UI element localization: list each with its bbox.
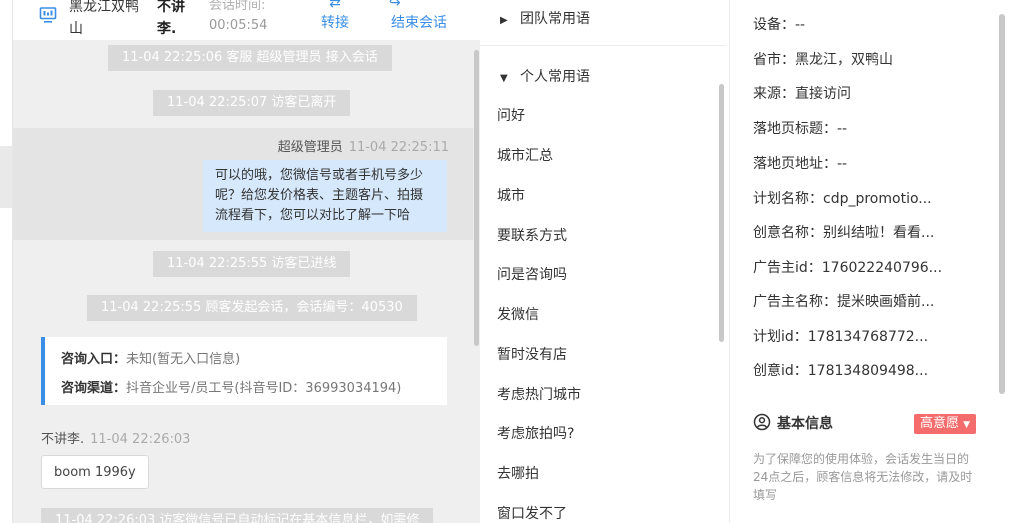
guest-sender: 不讲李. bbox=[41, 432, 85, 447]
end-session-button[interactable]: ↪ 结束会话 bbox=[387, 0, 451, 32]
personal-phrases-group[interactable]: ▼ 个人常用语 bbox=[500, 66, 590, 86]
chat-panel: 黑龙江双鸭山 不讲李. 会话时间: 00:05:54 ⇄ 转接 ↪ 结束会话 1… bbox=[12, 0, 480, 523]
plan-name-field: 计划名称：cdp_promotio... bbox=[753, 191, 932, 207]
inquiry-entry: 咨询入口：未知(暂无入口信息) bbox=[61, 345, 431, 374]
region-field: 省市：黑龙江，双鸭山 bbox=[753, 52, 893, 68]
monitor-icon bbox=[39, 7, 57, 23]
creative-name-field: 创意名称：别纠结啦！看看... bbox=[753, 225, 935, 241]
phrase-item[interactable]: 窗口发不了 bbox=[497, 503, 567, 523]
left-edge-strip bbox=[0, 0, 12, 523]
advertiser-id-field: 广告主id：176022240796... bbox=[753, 260, 943, 276]
team-phrases-label: 团队常用语 bbox=[520, 11, 590, 27]
common-phrases-panel: ▶ 团队常用语 ▼ 个人常用语 问好 城市汇总 城市 要联系方式 问是咨询吗 发微信… bbox=[480, 0, 730, 523]
plan-id-field: 计划id：178134768772... bbox=[753, 329, 929, 345]
system-message: 11-04 22:25:55 顾客发起会话，会话编号：40530 bbox=[87, 295, 417, 321]
phrases-scrollbar[interactable] bbox=[719, 84, 724, 342]
chat-scrollbar[interactable] bbox=[474, 50, 479, 346]
chat-header: 黑龙江双鸭山 不讲李. 会话时间: 00:05:54 ⇄ 转接 ↪ 结束会话 bbox=[13, 0, 480, 40]
user-circle-icon bbox=[753, 413, 771, 431]
visitor-detail-panel: 设备：-- 省市：黑龙江，双鸭山 来源：直接访问 落地页标题：-- 落地页地址：… bbox=[731, 0, 1010, 523]
creative-id-field: 创意id：178134809498... bbox=[753, 363, 929, 379]
intent-level-badge[interactable]: 高意愿 ▼ bbox=[914, 414, 977, 434]
intent-level-label: 高意愿 bbox=[920, 416, 960, 431]
inquiry-entry-value: 未知(暂无入口信息) bbox=[126, 352, 241, 367]
phrase-item[interactable]: 问是咨询吗 bbox=[497, 264, 567, 284]
guest-message-header: 不讲李. 11-04 22:26:03 bbox=[41, 428, 190, 447]
transfer-button[interactable]: ⇄ 转接 bbox=[319, 0, 351, 32]
inquiry-entry-label: 咨询入口： bbox=[61, 352, 127, 367]
personal-phrases-label: 个人常用语 bbox=[520, 69, 590, 85]
agent-message-header: 超级管理员 11-04 22:25:11 bbox=[278, 136, 449, 155]
collapse-handle[interactable] bbox=[0, 146, 12, 208]
landing-title-field: 落地页标题：-- bbox=[753, 121, 848, 137]
phrase-item[interactable]: 去哪拍 bbox=[497, 463, 539, 483]
visitor-location: 黑龙江双鸭山 bbox=[69, 0, 139, 37]
source-field: 来源：直接访问 bbox=[753, 86, 851, 102]
agent-message-row: 超级管理员 11-04 22:25:11 可以的哦，您微信号或者手机号多少呢？给您… bbox=[13, 128, 473, 240]
agent-sender: 超级管理员 bbox=[277, 140, 343, 155]
phrase-item[interactable]: 考虑热门城市 bbox=[497, 384, 581, 404]
detail-scrollbar[interactable] bbox=[999, 14, 1005, 394]
phrase-item[interactable]: 考虑旅拍吗? bbox=[497, 423, 574, 443]
phrase-item[interactable]: 问好 bbox=[497, 105, 525, 125]
exit-icon: ↪ bbox=[389, 0, 401, 11]
transfer-label: 转接 bbox=[321, 15, 349, 31]
system-message: 11-04 22:25:07 访客已离开 bbox=[153, 90, 351, 116]
caret-down-icon: ▼ bbox=[500, 73, 508, 84]
agent-message-bubble: 可以的哦，您微信号或者手机号多少呢？给您发价格表、主题客片、拍摄流程看下，您可以… bbox=[203, 160, 447, 232]
inquiry-channel-label: 咨询渠道： bbox=[61, 381, 127, 396]
inquiry-channel-value: 抖音企业号/员工号(抖音号ID：36993034194) bbox=[126, 381, 402, 396]
guest-message-bubble: boom 1996y bbox=[41, 455, 149, 489]
caret-right-icon: ▶ bbox=[500, 15, 508, 26]
phrase-item[interactable]: 城市 bbox=[497, 185, 525, 205]
phrase-item[interactable]: 暂时没有店 bbox=[497, 344, 567, 364]
system-message: 11-04 22:25:06 客服 超级管理员 接入会话 bbox=[108, 45, 392, 71]
device-field: 设备：-- bbox=[753, 17, 806, 33]
transfer-icon: ⇄ bbox=[329, 0, 341, 11]
divider bbox=[480, 45, 726, 46]
team-phrases-group[interactable]: ▶ 团队常用语 bbox=[500, 8, 590, 28]
phrase-item[interactable]: 发微信 bbox=[497, 304, 539, 324]
inquiry-channel: 咨询渠道：抖音企业号/员工号(抖音号ID：36993034194) bbox=[61, 374, 431, 403]
system-message: 11-04 22:26:03 访客微信号已自动标记在基本信息栏，如需修 bbox=[41, 508, 434, 523]
advertiser-name-field: 广告主名称：提米映画婚前... bbox=[753, 294, 935, 310]
caret-down-icon: ▼ bbox=[963, 420, 971, 430]
basic-info-label: 基本信息 bbox=[777, 416, 833, 432]
edit-deadline-note: 为了保障您的使用体验，会话发生当日的24点之后，顾客信息将无法修改，请及时填写 bbox=[753, 452, 973, 502]
visitor-name: 不讲李. bbox=[157, 0, 185, 37]
guest-message-time: 11-04 22:26:03 bbox=[90, 432, 191, 447]
session-time-label: 会话时间: bbox=[209, 0, 266, 13]
end-session-label: 结束会话 bbox=[391, 15, 447, 31]
agent-message-time: 11-04 22:25:11 bbox=[348, 140, 449, 155]
inquiry-info-card: 咨询入口：未知(暂无入口信息) 咨询渠道：抖音企业号/员工号(抖音号ID：369… bbox=[41, 337, 447, 405]
phrase-item[interactable]: 城市汇总 bbox=[497, 145, 553, 165]
session-time: 00:05:54 bbox=[209, 18, 268, 33]
landing-url-field: 落地页地址：-- bbox=[753, 156, 848, 172]
basic-info-title: 基本信息 bbox=[753, 413, 833, 433]
system-message: 11-04 22:25:55 访客已进线 bbox=[153, 251, 351, 277]
customer-service-workspace: 黑龙江双鸭山 不讲李. 会话时间: 00:05:54 ⇄ 转接 ↪ 结束会话 1… bbox=[0, 0, 1010, 523]
phrase-item[interactable]: 要联系方式 bbox=[497, 225, 567, 245]
